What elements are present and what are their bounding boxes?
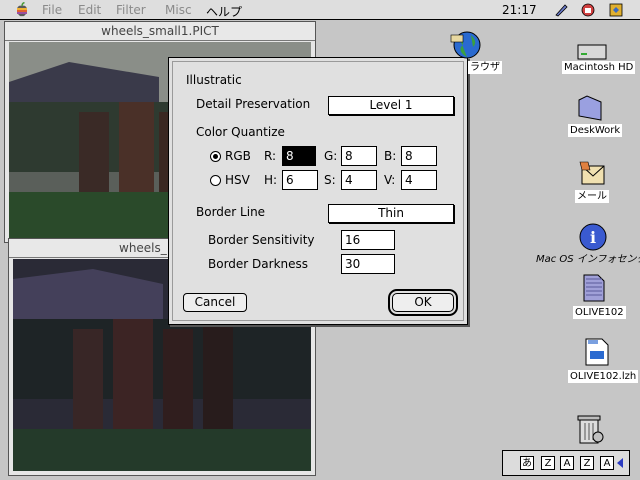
apple-menu-icon[interactable] xyxy=(14,2,30,18)
palette-button-alpha[interactable]: A xyxy=(560,456,574,470)
macintosh-hd-label[interactable]: Macintosh HD xyxy=(562,61,636,74)
olive102-lzh-label[interactable]: OLIVE102.lzh xyxy=(568,370,639,383)
palette-button-alpha-2[interactable]: A xyxy=(600,456,614,470)
input-method-palette: あ Z A Z A xyxy=(502,450,630,476)
archive-icon[interactable] xyxy=(584,337,610,367)
globe-icon[interactable] xyxy=(449,29,483,61)
palette-button-zenkaku-2[interactable]: Z xyxy=(580,456,594,470)
illustratic-dialog: Illustratic Detail Preservation Level 1 … xyxy=(168,57,468,325)
info-icon[interactable]: i xyxy=(578,222,608,252)
g-field[interactable]: 8 xyxy=(341,146,377,166)
b-field[interactable]: 8 xyxy=(401,146,437,166)
browser-label[interactable]: ラウザ xyxy=(468,61,502,74)
deskwork-label[interactable]: DeskWork xyxy=(568,124,623,137)
folder-icon[interactable] xyxy=(577,94,603,122)
color-quantize-label: Color Quantize xyxy=(196,125,285,139)
olive102-label[interactable]: OLIVE102 xyxy=(573,306,626,319)
v-field[interactable]: 4 xyxy=(401,170,437,190)
menu-bar: File Edit Filter Misc ヘルプ 21:17 xyxy=(0,0,640,20)
menu-file[interactable]: File xyxy=(42,3,62,17)
rgb-radio[interactable] xyxy=(210,151,221,162)
menu-filter[interactable]: Filter xyxy=(116,3,146,17)
palette-button-hiragana[interactable]: あ xyxy=(520,456,534,470)
r-field[interactable]: 8 xyxy=(282,146,316,166)
application-menu-icon[interactable] xyxy=(608,2,624,18)
border-sensitivity-label: Border Sensitivity xyxy=(208,233,315,247)
palette-collapse-icon[interactable] xyxy=(615,457,625,469)
mail-icon[interactable] xyxy=(578,158,608,188)
h-field[interactable]: 6 xyxy=(282,170,318,190)
palette-button-zenkaku[interactable]: Z xyxy=(541,456,555,470)
detail-preservation-label: Detail Preservation xyxy=(196,97,311,111)
extension-icon[interactable] xyxy=(580,2,596,18)
s-field[interactable]: 4 xyxy=(341,170,377,190)
detail-preservation-popup[interactable]: Level 1 xyxy=(328,96,454,115)
r-label: R: xyxy=(264,149,277,163)
b-label: B: xyxy=(384,149,397,163)
document-icon[interactable] xyxy=(582,273,606,303)
mail-label[interactable]: メール xyxy=(575,190,609,203)
border-sensitivity-field[interactable]: 16 xyxy=(341,230,395,250)
svg-text:i: i xyxy=(590,228,596,247)
hsv-radio[interactable] xyxy=(210,175,221,186)
border-darkness-field[interactable]: 30 xyxy=(341,254,395,274)
border-line-popup[interactable]: Thin xyxy=(328,204,454,223)
border-line-label: Border Line xyxy=(196,205,266,219)
macos-info-label[interactable]: Mac OS インフォセンタ xyxy=(534,253,640,266)
s-label: S: xyxy=(324,173,336,187)
hard-drive-icon[interactable] xyxy=(577,41,607,61)
h-label: H: xyxy=(264,173,278,187)
trash-icon[interactable] xyxy=(576,413,604,445)
g-label: G: xyxy=(324,149,338,163)
pencil-icon[interactable] xyxy=(553,2,569,18)
menu-misc[interactable]: Misc xyxy=(165,3,192,17)
hsv-label: HSV xyxy=(225,173,250,187)
cancel-button[interactable]: Cancel xyxy=(183,293,247,312)
menu-help[interactable]: ヘルプ xyxy=(206,3,242,20)
menubar-clock[interactable]: 21:17 xyxy=(502,3,537,17)
border-darkness-label: Border Darkness xyxy=(208,257,309,271)
rgb-label: RGB xyxy=(225,149,251,163)
dialog-title: Illustratic xyxy=(186,73,242,87)
v-label: V: xyxy=(384,173,396,187)
ok-button[interactable]: OK xyxy=(388,289,458,316)
window-title[interactable]: wheels_small1.PICT xyxy=(5,22,315,41)
menu-edit[interactable]: Edit xyxy=(78,3,101,17)
